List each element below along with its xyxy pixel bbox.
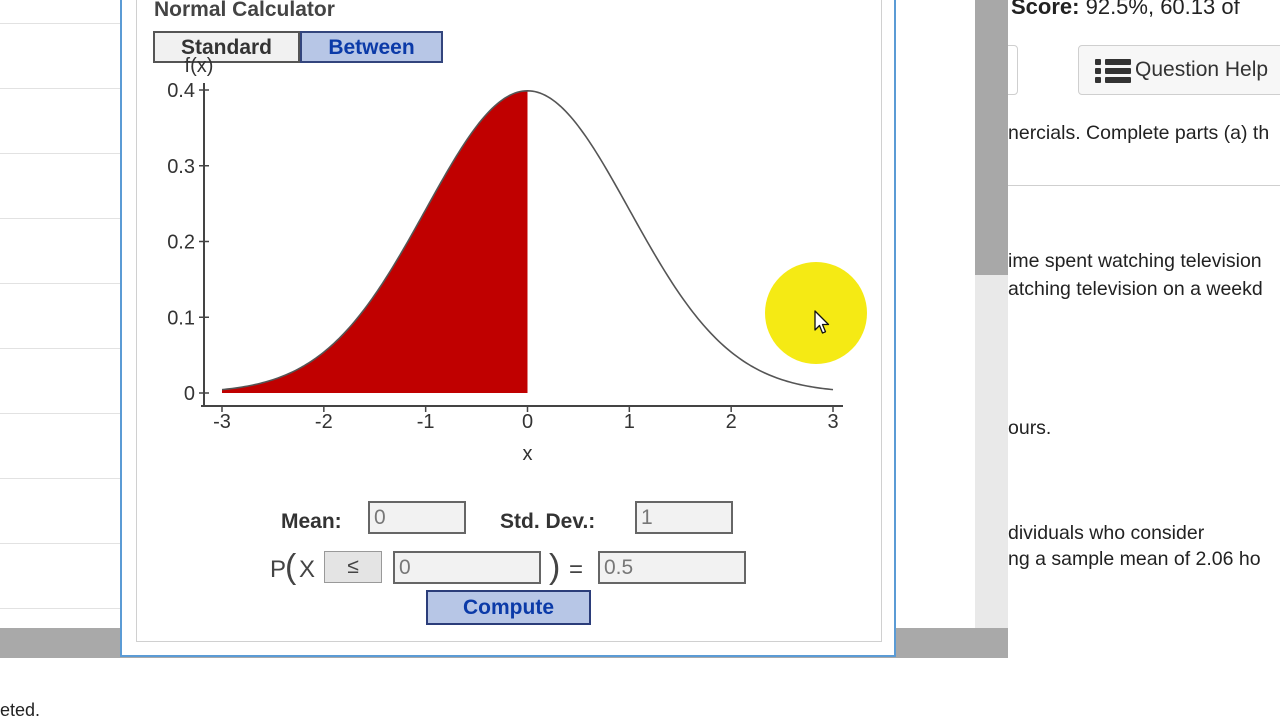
- std-dev-label: Std. Dev.:: [500, 510, 596, 533]
- normal-distribution-chart: -3 -2 -1 0 1 2 3 0 0.1 0.2 0.3 0.4 f(x) x: [167, 57, 843, 465]
- row-divider: [0, 88, 122, 89]
- row-divider: [0, 413, 122, 414]
- x-tick-label: -1: [417, 411, 435, 433]
- question-text-line: ng a sample mean of 2.06 ho: [1008, 548, 1261, 570]
- question-panel: Score: 92.5%, 60.13 of Question Help ner…: [1008, 0, 1280, 660]
- inequality-selector[interactable]: ≤: [324, 551, 382, 583]
- question-help-label: Question Help: [1135, 58, 1269, 81]
- y-tick-label: 0: [184, 383, 195, 405]
- status-text: eted.: [0, 700, 41, 720]
- row-divider: [0, 283, 122, 284]
- screen: eted. Score: 92.5%, 60.13 of Question He…: [0, 0, 1280, 720]
- shaded-probability-area: [222, 90, 528, 394]
- x-tick-label: 2: [726, 411, 737, 433]
- mean-input[interactable]: [368, 501, 466, 534]
- probability-p-label: P: [270, 556, 287, 583]
- question-text-line: ours.: [1008, 417, 1052, 439]
- mouse-cursor-icon: [814, 310, 830, 334]
- background-page-left: [0, 0, 122, 630]
- row-divider: [0, 348, 122, 349]
- x-tick-label: 3: [827, 411, 838, 433]
- scrollbar-thumb[interactable]: [975, 0, 1008, 275]
- question-text-line: dividuals who consider: [1008, 522, 1205, 544]
- x-value-input[interactable]: [393, 551, 541, 584]
- score-display: Score: 92.5%, 60.13 of: [1011, 0, 1240, 20]
- y-tick-label: 0.3: [167, 156, 195, 178]
- y-axis-label: f(x): [185, 57, 214, 77]
- x-tick-label: -3: [213, 411, 231, 433]
- probability-output[interactable]: [598, 551, 746, 584]
- question-text-line: atching television on a weekd: [1008, 278, 1263, 300]
- score-value: 92.5%, 60.13 of: [1079, 0, 1240, 19]
- question-text-line: ime spent watching television: [1008, 250, 1262, 272]
- score-label: Score:: [1011, 0, 1080, 19]
- row-divider: [0, 478, 122, 479]
- y-tick-label: 0.1: [167, 307, 195, 329]
- mean-label: Mean:: [281, 510, 342, 533]
- x-tick-label: 1: [624, 411, 635, 433]
- dialog-title: Normal Calculator: [154, 0, 335, 21]
- y-tick-label: 0.2: [167, 232, 195, 254]
- y-tick-label: 0.4: [167, 80, 195, 102]
- variable-label: X: [299, 556, 316, 583]
- row-divider: [0, 218, 122, 219]
- row-divider: [0, 543, 122, 544]
- row-divider: [0, 608, 122, 609]
- close-paren: ): [549, 548, 561, 586]
- compute-button[interactable]: Compute: [426, 590, 591, 625]
- equals-sign: =: [569, 556, 584, 583]
- question-text-line: nercials. Complete parts (a) th: [1008, 122, 1270, 144]
- row-divider: [0, 153, 122, 154]
- list-icon: [1095, 59, 1131, 83]
- x-axis-label: x: [523, 443, 533, 465]
- x-tick-label: 0: [522, 411, 533, 433]
- open-paren: (: [285, 548, 297, 586]
- divider: [1008, 185, 1280, 186]
- question-help-button[interactable]: Question Help: [1078, 45, 1280, 95]
- x-tick-label: -2: [315, 411, 333, 433]
- row-divider: [0, 23, 122, 24]
- toolbar-button[interactable]: [1008, 45, 1018, 95]
- std-dev-input[interactable]: [635, 501, 733, 534]
